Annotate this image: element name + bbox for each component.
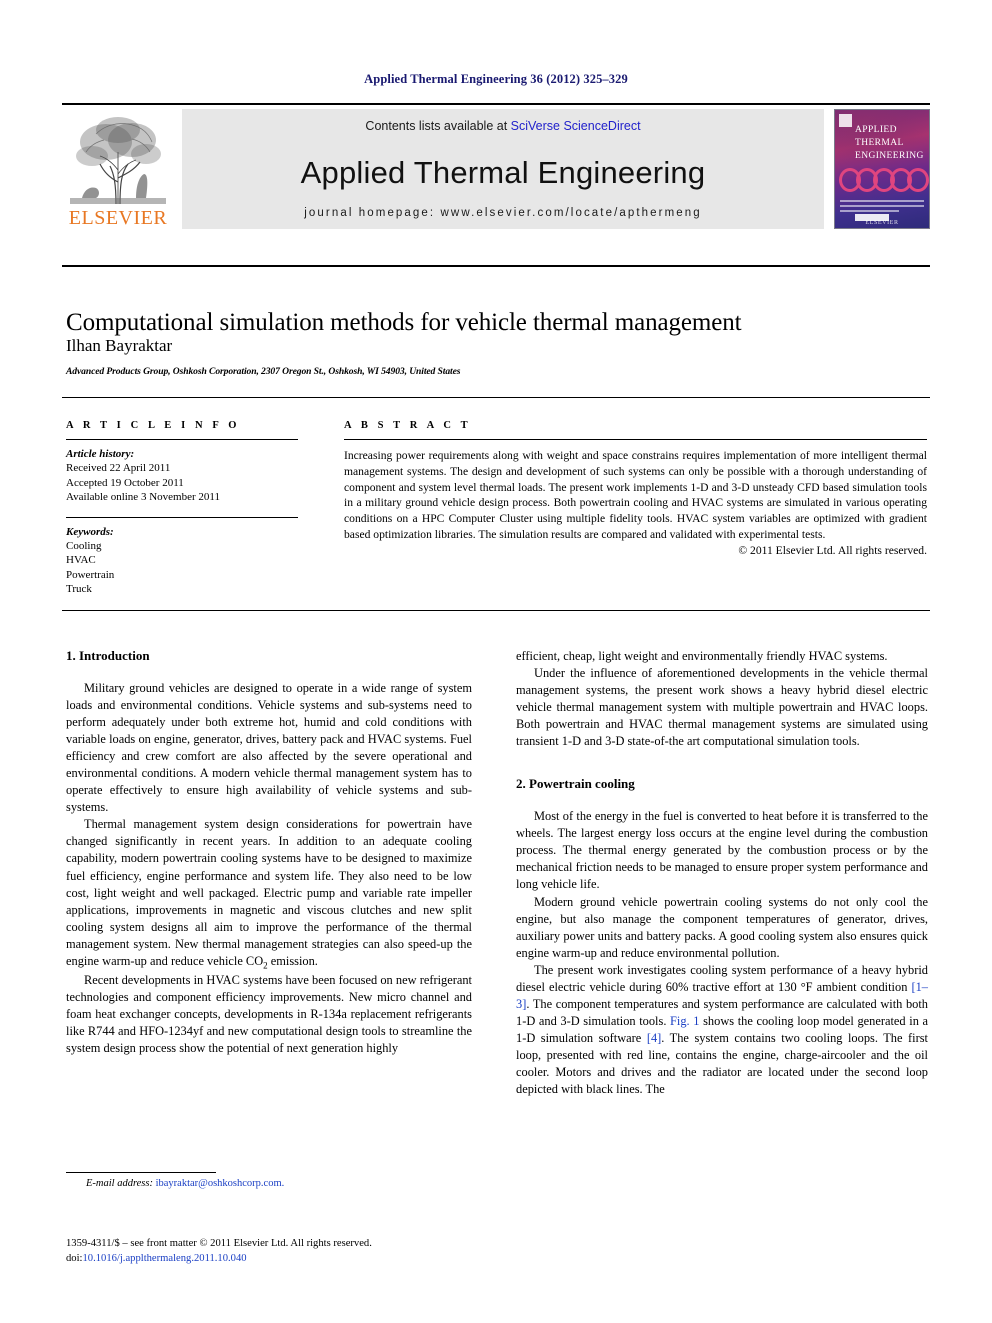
contents-available-line: Contents lists available at SciVerse Sci… (365, 119, 640, 133)
article-info-heading: A R T I C L E I N F O (66, 420, 241, 431)
paragraph: Military ground vehicles are designed to… (66, 681, 472, 815)
article-info-block: A R T I C L E I N F O Article history: R… (66, 420, 298, 597)
abstract-top-rule (62, 397, 930, 398)
paragraph-text-tail: emission. (267, 953, 318, 968)
body-column-right: efficient, cheap, light weight and envir… (516, 648, 928, 1098)
cover-text-lines (840, 200, 924, 215)
abstract-copyright: © 2011 Elsevier Ltd. All rights reserved… (738, 543, 927, 557)
issn-copyright-line: 1359-4311/$ – see front matter © 2011 El… (66, 1238, 372, 1249)
section-heading-powertrain-cooling: 2. Powertrain cooling (516, 776, 635, 792)
author-affiliation: Advanced Products Group, Oshkosh Corpora… (66, 366, 461, 377)
keyword-item: HVAC (66, 554, 96, 567)
email-address-link[interactable]: ibayraktar@oshkoshcorp.com. (156, 1178, 285, 1189)
elsevier-tree-icon (66, 112, 170, 208)
abstract-block: A B S T R A C T Increasing power require… (344, 420, 927, 557)
cover-title-line1: APPLIED (855, 125, 897, 135)
banner-center: Contents lists available at SciVerse Sci… (182, 109, 824, 229)
author-name: Ilhan Bayraktar (66, 336, 173, 355)
journal-cover-thumbnail: APPLIED THERMAL ENGINEERING ELSEVIER (834, 109, 930, 229)
paragraph: Modern ground vehicle powertrain cooling… (516, 894, 928, 960)
journal-title: Applied Thermal Engineering (300, 155, 706, 190)
body-column-left: 1. Introduction Military ground vehicles… (66, 648, 472, 1057)
paragraph: Recent developments in HVAC systems have… (66, 972, 472, 1055)
journal-article-page: Applied Thermal Engineering 36 (2012) 32… (0, 0, 992, 1323)
keyword-item: Powertrain (66, 568, 115, 581)
paragraph: Under the influence of aforementioned de… (516, 666, 928, 749)
history-accepted: Accepted 19 October 2011 (66, 476, 184, 489)
paragraph: The present work investigates cooling sy… (516, 962, 928, 1098)
footnote-email: E-mail address: ibayraktar@oshkoshcorp.c… (86, 1178, 284, 1189)
doi-link[interactable]: 10.1016/j.applthermaleng.2011.10.040 (82, 1253, 246, 1264)
paragraph-continuation: efficient, cheap, light weight and envir… (516, 649, 888, 663)
sciencedirect-link[interactable]: SciVerse ScienceDirect (511, 119, 641, 133)
title-top-rule (62, 265, 930, 267)
section-heading-introduction: 1. Introduction (66, 648, 150, 663)
page-title: Computational simulation methods for veh… (66, 308, 742, 336)
article-history-label: Article history: (66, 448, 135, 460)
figure-reference-link[interactable]: Fig. 1 (670, 1014, 699, 1028)
email-label: E-mail address: (86, 1178, 153, 1189)
journal-banner: ELSEVIER Contents lists available at Sci… (62, 103, 930, 229)
cover-rings-graphic (837, 168, 929, 192)
running-head: Applied Thermal Engineering 36 (2012) 32… (364, 72, 628, 86)
footnote-rule (66, 1172, 216, 1173)
abstract-rule (344, 439, 927, 440)
cover-elsevier-mark-icon (839, 114, 852, 127)
keyword-item: Truck (66, 583, 92, 596)
cover-footer-mark: ELSEVIER (865, 220, 899, 226)
doi-label: doi: (66, 1253, 83, 1265)
paragraph-text: The present work investigates cooling sy… (516, 962, 928, 994)
paragraph-text: Thermal management system design conside… (66, 817, 472, 968)
paragraph: Most of the energy in the fuel is conver… (516, 809, 928, 892)
footer-block: 1359-4311/$ – see front matter © 2011 El… (66, 1236, 486, 1267)
history-available-online: Available online 3 November 2011 (66, 491, 220, 504)
keywords-rule (66, 516, 298, 518)
abstract-heading: A B S T R A C T (344, 420, 472, 431)
doi-line: doi:10.1016/j.applthermaleng.2011.10.040 (66, 1251, 486, 1266)
abstract-text: Increasing power requirements along with… (344, 449, 927, 542)
body-top-rule (62, 610, 930, 611)
contents-prefix: Contents lists available at (365, 119, 511, 133)
article-info-rule (66, 439, 298, 440)
journal-homepage-link[interactable]: journal homepage: www.elsevier.com/locat… (182, 207, 824, 219)
history-received: Received 22 April 2011 (66, 462, 171, 474)
keyword-item: Cooling (66, 539, 102, 552)
cover-title-line3: ENGINEERING (855, 150, 924, 161)
cover-title-line2: THERMAL (855, 137, 904, 148)
citation-link-4[interactable]: [4] (647, 1031, 661, 1045)
elsevier-logo: ELSEVIER (62, 109, 174, 229)
cover-title: APPLIED THERMAL ENGINEERING (855, 124, 926, 162)
elsevier-wordmark: ELSEVIER (68, 207, 168, 229)
keywords-label: Keywords: (66, 525, 114, 538)
paragraph: Thermal management system design conside… (66, 816, 472, 971)
